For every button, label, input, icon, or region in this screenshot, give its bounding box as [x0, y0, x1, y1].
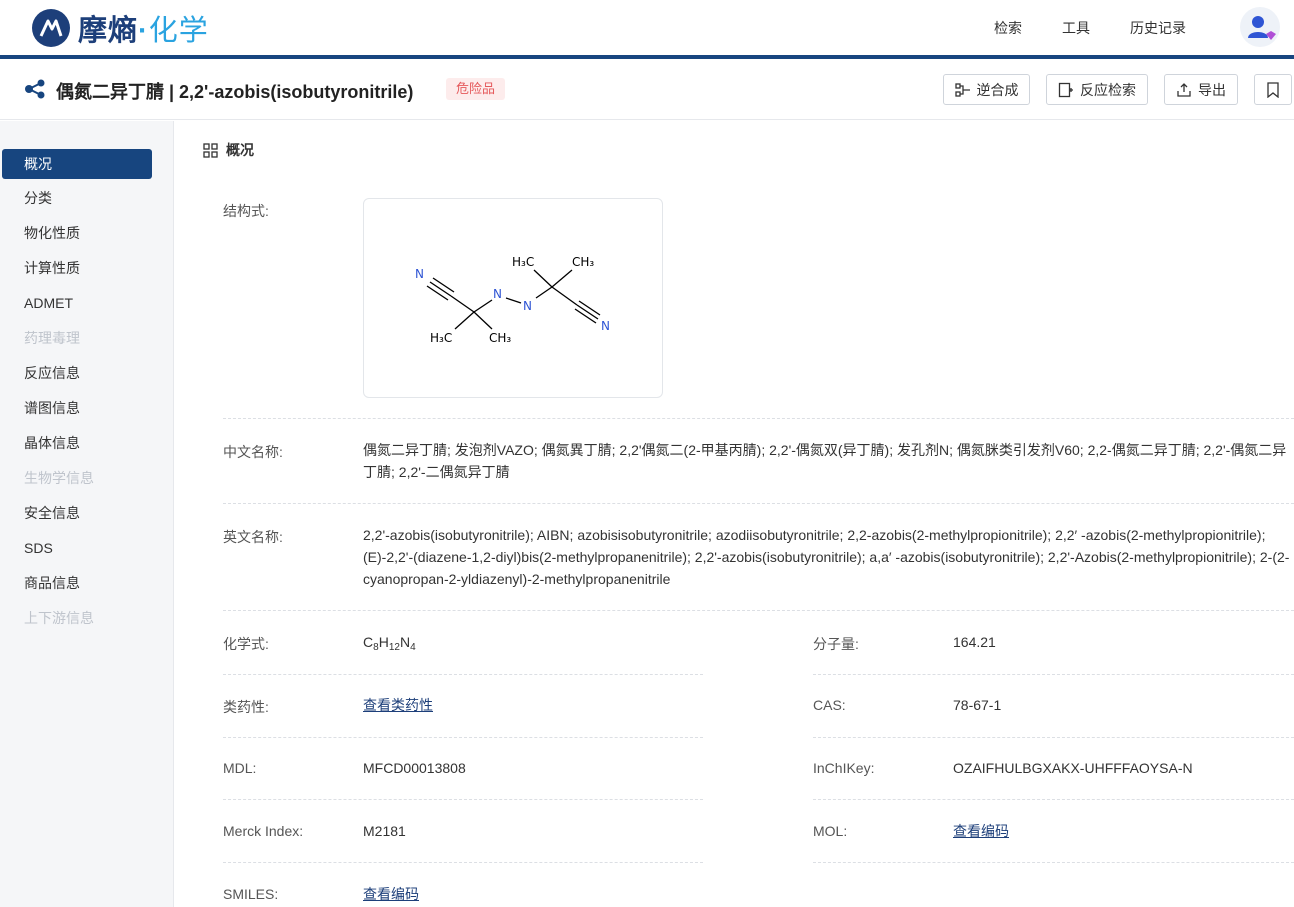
structure-label: 结构式: — [223, 203, 269, 219]
export-icon — [1177, 82, 1191, 97]
svg-text:H₃C: H₃C — [512, 255, 534, 269]
sidebar-item-updownstream: 上下游信息 — [24, 610, 94, 626]
divider — [223, 503, 1294, 504]
svg-text:N: N — [415, 267, 424, 281]
svg-text:N: N — [601, 319, 610, 333]
inchikey-label: InChIKey: — [813, 760, 875, 776]
smiles-label: SMILES: — [223, 886, 279, 902]
hazard-badge: 危险品 — [446, 78, 506, 100]
divider — [813, 737, 1294, 738]
retrosynthesis-button[interactable]: 逆合成 — [943, 74, 1030, 105]
sidebar-item-sds[interactable]: SDS — [2, 533, 152, 563]
divider — [813, 674, 1294, 675]
cn-name-label: 中文名称: — [223, 444, 283, 460]
mdl-label: MDL: — [223, 760, 257, 776]
sidebar-item-crystal[interactable]: 晶体信息 — [2, 428, 152, 458]
cas-value: 78-67-1 — [953, 697, 1002, 713]
formula-value: C8H12N4 — [363, 634, 416, 653]
user-icon — [1248, 16, 1276, 40]
divider — [223, 418, 1294, 419]
sidebar: 概况 分类 物化性质 计算性质 ADMET 药理毒理 反应信息 谱图信息 晶体信… — [0, 121, 174, 907]
bookmark-icon — [1267, 81, 1279, 98]
divider — [813, 862, 1294, 863]
divider — [223, 862, 703, 863]
sidebar-item-physchem[interactable]: 物化性质 — [2, 218, 152, 248]
svg-text:CH₃: CH₃ — [489, 331, 511, 345]
merck-label: Merck Index: — [223, 823, 304, 839]
svg-text:N: N — [523, 299, 532, 313]
compound-header: 偶氮二异丁腈 | 2,2'-azobis(isobutyronitrile) 危… — [0, 59, 1294, 120]
sidebar-item-biology: 生物学信息 — [24, 470, 94, 486]
svg-text:N: N — [493, 287, 502, 301]
divider — [813, 799, 1294, 800]
mol-label: MOL: — [813, 823, 848, 839]
smiles-link[interactable]: 查看编码 — [363, 883, 419, 905]
nav-tools[interactable]: 工具 — [1062, 18, 1090, 38]
divider — [223, 799, 703, 800]
reaction-search-icon — [1058, 82, 1073, 97]
nav-history[interactable]: 历史记录 — [1130, 18, 1186, 38]
divider — [223, 610, 1294, 611]
reaction-search-button[interactable]: 反应检索 — [1046, 74, 1148, 105]
top-bar: 摩熵·化学 检索 工具 历史记录 — [0, 0, 1294, 55]
brand-logo[interactable]: 摩熵·化学 — [32, 7, 209, 49]
mw-label: 分子量: — [813, 636, 859, 652]
sidebar-item-reactions[interactable]: 反应信息 — [2, 358, 152, 388]
grid-icon — [203, 142, 218, 158]
cn-name-value: 偶氮二异丁腈; 发泡剂VAZO; 偶氮異丁腈; 2,2'偶氮二(2-甲基丙腈);… — [363, 442, 1287, 480]
formula-label: 化学式: — [223, 636, 269, 652]
bookmark-button[interactable] — [1254, 74, 1292, 105]
brand-name: 摩熵·化学 — [78, 15, 209, 47]
en-name-label: 英文名称: — [223, 529, 283, 545]
sidebar-item-overview[interactable]: 概况 — [2, 149, 152, 179]
page-title: 偶氮二异丁腈 | 2,2'-azobis(isobutyronitrile) — [56, 82, 414, 102]
druglike-link[interactable]: 查看类药性 — [363, 694, 433, 716]
svg-text:H₃C: H₃C — [430, 331, 452, 345]
divider — [223, 674, 703, 675]
structure-diagram: N N N N H₃C CH₃ H₃C CH₃ — [415, 255, 610, 345]
mol-link[interactable]: 查看编码 — [953, 820, 1009, 842]
retrosynthesis-icon — [954, 82, 970, 97]
divider — [223, 737, 703, 738]
mdl-value: MFCD00013808 — [363, 760, 466, 776]
export-button[interactable]: 导出 — [1164, 74, 1238, 105]
section-overview-heading: 概况 — [203, 140, 254, 160]
sidebar-item-products[interactable]: 商品信息 — [2, 568, 152, 598]
druglike-label: 类药性: — [223, 699, 269, 715]
sidebar-item-safety[interactable]: 安全信息 — [2, 498, 152, 528]
molecule-icon — [25, 79, 45, 99]
logo-mark-icon — [32, 9, 70, 47]
sidebar-item-admet[interactable]: ADMET — [2, 288, 152, 318]
sidebar-item-spectra[interactable]: 谱图信息 — [2, 393, 152, 423]
cas-label: CAS: — [813, 697, 846, 713]
sidebar-item-computed[interactable]: 计算性质 — [2, 253, 152, 283]
sidebar-item-classification[interactable]: 分类 — [2, 183, 152, 213]
structure-image: N N N N H₃C CH₃ H₃C CH₃ — [363, 198, 663, 398]
svg-text:CH₃: CH₃ — [572, 255, 594, 269]
user-avatar[interactable] — [1240, 7, 1280, 47]
sidebar-item-pharmtox: 药理毒理 — [24, 330, 80, 346]
inchikey-value: OZAIFHULBGXAKX-UHFFFAOYSA-N — [953, 760, 1193, 776]
en-name-value: 2,2'-azobis(isobutyronitrile); AIBN; azo… — [363, 527, 1290, 587]
merck-value: M2181 — [363, 823, 406, 839]
mw-value: 164.21 — [953, 634, 996, 650]
nav-search[interactable]: 检索 — [994, 18, 1022, 38]
